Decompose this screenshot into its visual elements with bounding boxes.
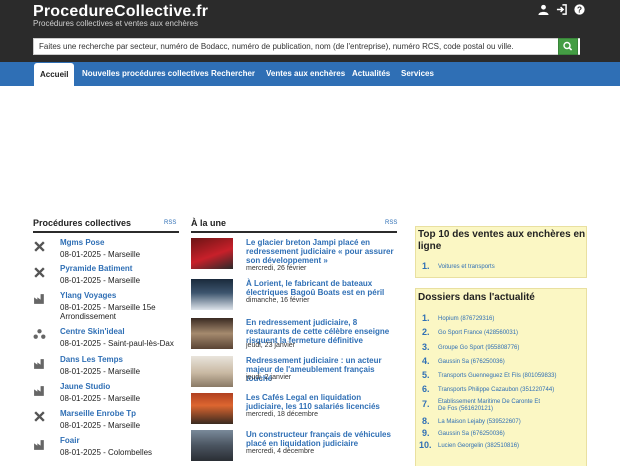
news-date: mercredi, 4 décembre bbox=[246, 448, 315, 455]
dossier-rank: 3. bbox=[422, 342, 430, 352]
top10-rank: 1. bbox=[422, 261, 430, 271]
news-date: jeudi, 2 janvier bbox=[246, 374, 292, 381]
procedure-meta: 08-01-2025 - Colombelles bbox=[60, 448, 153, 457]
dossier-rank: 9. bbox=[422, 428, 430, 438]
user-icon[interactable] bbox=[538, 4, 549, 15]
dossiers-title: Dossiers dans l'actualité bbox=[418, 292, 535, 303]
news-date: mercredi, 26 février bbox=[246, 265, 307, 272]
procedure-meta: 08-01-2025 - Marseille bbox=[60, 250, 141, 259]
procedure-meta: 08-01-2025 - Saint-paul-lès-Dax bbox=[60, 339, 174, 348]
help-icon[interactable]: ? bbox=[574, 4, 585, 15]
factory-icon bbox=[34, 386, 44, 396]
news-headline[interactable]: À Lorient, le fabricant de bateaux élect… bbox=[246, 279, 396, 297]
tools-icon bbox=[34, 267, 45, 278]
login-icon[interactable] bbox=[556, 4, 567, 15]
procedure-name[interactable]: Ylang Voyages bbox=[60, 291, 116, 300]
news-headline[interactable]: Les Cafés Legal en liquidation judiciair… bbox=[246, 393, 396, 411]
procedure-name[interactable]: Dans Les Temps bbox=[60, 355, 123, 364]
search-input[interactable]: Faites une recherche par secteur, numéro… bbox=[33, 38, 580, 55]
dossier-rank: 10. bbox=[419, 440, 432, 450]
procedure-meta: 08-01-2025 - Marseille bbox=[60, 421, 141, 430]
dossier-item[interactable]: Etablissement Maritime De Caronte Et De … bbox=[438, 399, 548, 413]
site-header: ProcedureCollective.fr Procédures collec… bbox=[0, 0, 620, 62]
procedure-meta: 08-01-2025 - Marseille 15e Arrondissemen… bbox=[60, 303, 156, 321]
news-thumbnail[interactable] bbox=[191, 238, 233, 269]
procedure-name[interactable]: Pyramide Batiment bbox=[60, 264, 132, 273]
tools-icon bbox=[34, 241, 45, 252]
news-date: mercredi, 18 décembre bbox=[246, 411, 318, 418]
people-icon bbox=[33, 329, 46, 339]
procedure-name[interactable]: Foair bbox=[60, 436, 80, 445]
news-headline[interactable]: Un constructeur français de véhicules pl… bbox=[246, 430, 396, 448]
procedure-meta: 08-01-2025 - Marseille bbox=[60, 276, 141, 285]
svg-text:?: ? bbox=[577, 5, 582, 14]
factory-icon bbox=[34, 440, 44, 450]
procedure-meta: 08-01-2025 - Marseille bbox=[60, 367, 141, 376]
dossier-item[interactable]: Hopium (876729316) bbox=[438, 316, 494, 322]
procedures-title: Procédures collectives bbox=[33, 218, 132, 228]
news-thumbnail[interactable] bbox=[191, 279, 233, 310]
news-title: À la une bbox=[191, 218, 227, 228]
news-rss-link[interactable]: RSS bbox=[385, 220, 397, 226]
nav-ventes-encheres[interactable]: Ventes aux enchères bbox=[266, 62, 345, 86]
dossier-rank: 2. bbox=[422, 327, 430, 337]
news-headline[interactable]: Le glacier breton Jampi placé en redress… bbox=[246, 238, 396, 265]
news-headline[interactable]: En redressement judiciaire, 8 restaurant… bbox=[246, 318, 396, 345]
main-nav: Accueil Nouvelles procédures collectives… bbox=[0, 62, 620, 86]
news-thumbnail[interactable] bbox=[191, 430, 233, 461]
site-tagline: Procédures collectives et ventes aux enc… bbox=[33, 19, 198, 28]
dossier-item[interactable]: Go Sport France (428560031) bbox=[438, 330, 518, 336]
procedure-name[interactable]: Mgms Pose bbox=[60, 238, 104, 247]
procedure-name[interactable]: Marseille Enrobe Tp bbox=[60, 409, 136, 418]
news-divider bbox=[191, 231, 397, 233]
top10-title: Top 10 des ventes aux enchères en ligne bbox=[418, 229, 586, 252]
dossier-rank: 4. bbox=[422, 356, 430, 366]
dossier-item[interactable]: Gaussin Sa (676250036) bbox=[438, 431, 505, 437]
procedure-name[interactable]: Jaune Studio bbox=[60, 382, 110, 391]
dossier-item[interactable]: La Maison Lejaby (539522607) bbox=[438, 419, 521, 425]
dossier-item[interactable]: Groupe Go Sport (955808776) bbox=[438, 345, 519, 351]
nav-actualites[interactable]: Actualités bbox=[352, 62, 390, 86]
factory-icon bbox=[34, 294, 44, 304]
dossier-item[interactable]: Lucien Georgelin (382510816) bbox=[438, 443, 519, 449]
dossier-item[interactable]: Transports Philippe Cazaubon (351220744) bbox=[438, 387, 554, 393]
dossier-item[interactable]: Gaussin Sa (676250036) bbox=[438, 359, 505, 365]
nav-accueil[interactable]: Accueil bbox=[34, 63, 75, 86]
nav-rechercher[interactable]: Rechercher bbox=[211, 62, 255, 86]
nav-services[interactable]: Services bbox=[401, 62, 434, 86]
search-icon bbox=[563, 41, 573, 51]
dossier-rank: 7. bbox=[422, 399, 430, 409]
dossier-item[interactable]: Transports Guenneguez Et Fils (801059833… bbox=[438, 373, 557, 379]
news-date: jeudi, 23 janvier bbox=[246, 342, 296, 349]
dossier-rank: 5. bbox=[422, 370, 430, 380]
news-thumbnail[interactable] bbox=[191, 356, 233, 387]
news-thumbnail[interactable] bbox=[191, 393, 233, 424]
tools-icon bbox=[34, 411, 45, 422]
top10-item[interactable]: Voitures et transports bbox=[438, 264, 495, 270]
procedure-meta: 08-01-2025 - Marseille bbox=[60, 394, 141, 403]
procedures-rss-link[interactable]: RSS bbox=[164, 220, 176, 226]
news-thumbnail[interactable] bbox=[191, 318, 233, 349]
dossier-rank: 8. bbox=[422, 416, 430, 426]
search-button[interactable] bbox=[558, 38, 578, 55]
news-date: dimanche, 16 février bbox=[246, 297, 310, 304]
nav-nouvelles-procedures[interactable]: Nouvelles procédures collectives bbox=[82, 62, 209, 86]
dossier-rank: 1. bbox=[422, 313, 430, 323]
procedure-name[interactable]: Centre Skin'ideal bbox=[60, 327, 125, 336]
procedures-divider bbox=[33, 231, 179, 233]
dossier-rank: 6. bbox=[422, 384, 430, 394]
factory-icon bbox=[34, 359, 44, 369]
